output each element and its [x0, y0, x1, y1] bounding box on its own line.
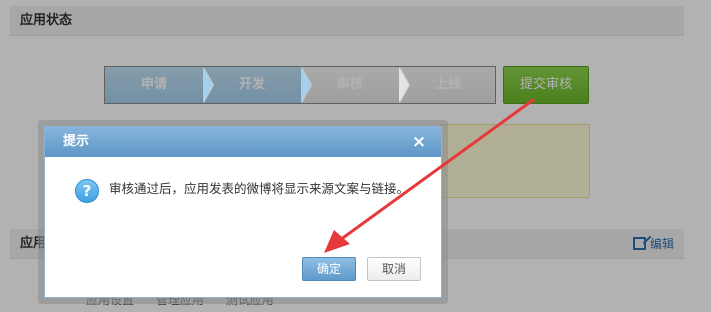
dialog-titlebar: 提示 × [45, 127, 441, 157]
dialog-message: 审核通过后，应用发表的微博将显示来源文案与链接。 [109, 181, 410, 196]
confirm-dialog: 提示 × ? 审核通过后，应用发表的微博将显示来源文案与链接。 确定 取消 [44, 126, 442, 298]
dialog-title: 提示 [63, 134, 90, 149]
cancel-button[interactable]: 取消 [367, 257, 421, 281]
question-icon: ? [75, 179, 99, 203]
ok-button[interactable]: 确定 [302, 257, 356, 281]
close-icon[interactable]: × [411, 127, 427, 157]
